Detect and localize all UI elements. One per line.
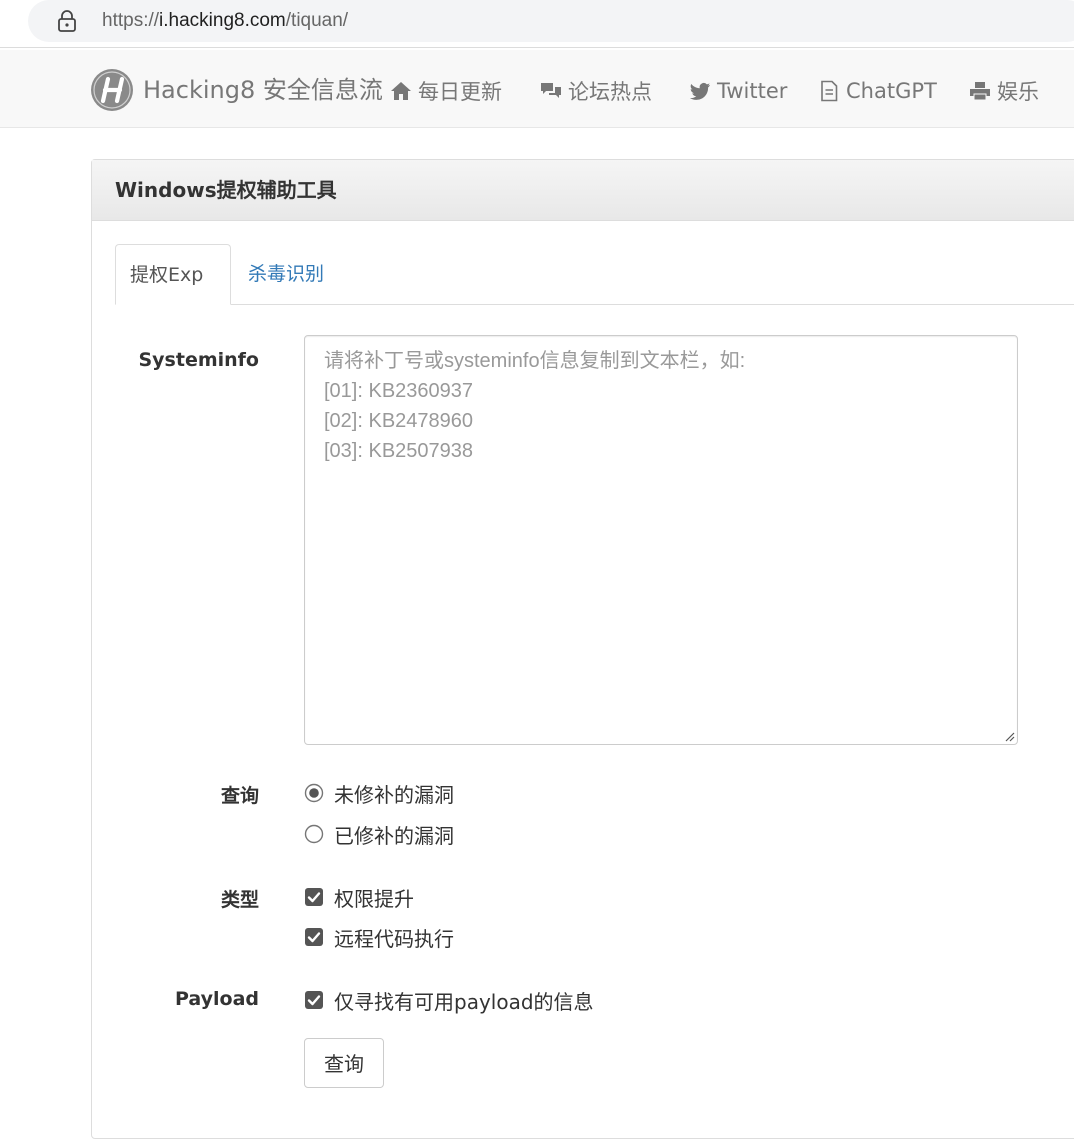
url-scheme: https://	[102, 10, 160, 31]
browser-toolbar: https://i.hacking8.com/tiquan/	[0, 0, 1074, 48]
checkbox-checked-icon[interactable]	[304, 927, 324, 947]
tab-antivirus-detection[interactable]: 杀毒识别	[234, 244, 338, 305]
checkbox-checked-icon[interactable]	[304, 990, 324, 1010]
query-label: 查询	[220, 785, 259, 807]
comments-icon	[541, 83, 561, 98]
printer-icon	[970, 82, 990, 101]
radio-selected-icon[interactable]	[304, 783, 324, 803]
type-label: 类型	[220, 889, 259, 911]
twitter-icon	[689, 83, 711, 100]
radio-unselected-icon[interactable]	[304, 824, 324, 844]
url-path: /tiquan/	[285, 10, 349, 31]
nav-item-entertainment[interactable]: 娱乐	[969, 77, 1039, 105]
hacking8-logo-icon[interactable]	[90, 68, 134, 112]
tab-privilege-exp[interactable]: 提权Exp	[115, 244, 231, 305]
lock-icon[interactable]	[56, 9, 78, 33]
radio-patched[interactable]: 已修补的漏洞	[304, 822, 454, 848]
radio-label: 已修补的漏洞	[334, 823, 454, 848]
nav-item-label: 每日更新	[418, 80, 502, 104]
checkbox-label: 权限提升	[334, 886, 414, 911]
nav-item-label: 娱乐	[997, 80, 1039, 104]
checkbox-label: 仅寻找有可用payload的信息	[334, 989, 594, 1014]
nav-item-label: ChatGPT	[846, 79, 937, 103]
systeminfo-textarea-container: 请将补丁号或systeminfo信息复制到文本栏，如: [01]: KB23609…	[304, 335, 1018, 745]
panel-title: Windows提权辅助工具	[115, 178, 337, 202]
nav-item-label: Twitter	[717, 79, 788, 103]
nav-item-forum-hot[interactable]: 论坛热点	[540, 77, 652, 105]
url-text[interactable]: https://i.hacking8.com/tiquan/	[102, 9, 348, 33]
checkbox-privilege-escalation[interactable]: 权限提升	[304, 885, 414, 911]
checkbox-remote-code-execution[interactable]: 远程代码执行	[304, 925, 454, 951]
payload-label: Payload	[174, 988, 259, 1010]
systeminfo-label: Systeminfo	[138, 349, 259, 371]
checkbox-label: 远程代码执行	[334, 926, 454, 951]
document-icon	[821, 80, 838, 102]
query-submit-button[interactable]: 查询	[304, 1038, 384, 1088]
nav-item-chatgpt[interactable]: ChatGPT	[818, 77, 937, 105]
systeminfo-textarea[interactable]	[305, 336, 1017, 744]
radio-label: 未修补的漏洞	[334, 782, 454, 807]
nav-item-twitter[interactable]: Twitter	[689, 77, 787, 105]
nav-item-label: 论坛热点	[568, 80, 652, 104]
radio-unpatched[interactable]: 未修补的漏洞	[304, 781, 454, 807]
resize-handle-icon[interactable]	[1004, 731, 1015, 742]
panel-heading: Windows提权辅助工具	[92, 160, 1074, 221]
checkbox-checked-icon[interactable]	[304, 887, 324, 907]
site-navbar: Hacking8 安全信息流 每日更新 论坛热点 Twitter ChatGPT	[0, 50, 1074, 128]
brand-name[interactable]: Hacking8 安全信息流	[143, 75, 383, 105]
home-icon	[391, 82, 411, 100]
checkbox-payload-only[interactable]: 仅寻找有可用payload的信息	[304, 988, 594, 1014]
nav-item-daily-update[interactable]: 每日更新	[390, 77, 502, 105]
url-host: i.hacking8.com	[159, 10, 286, 31]
